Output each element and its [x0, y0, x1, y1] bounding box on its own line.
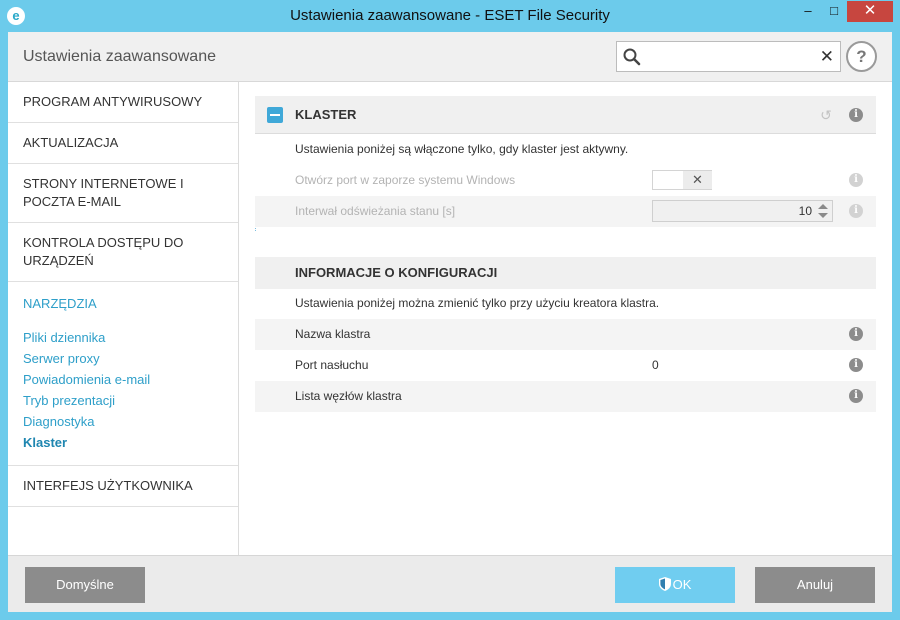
- refresh-interval-stepper[interactable]: 10: [652, 200, 833, 222]
- sidebar-item-update[interactable]: AKTUALIZACJA: [8, 123, 238, 164]
- sidebar-item-tools[interactable]: NARZĘDZIA: [23, 295, 228, 313]
- listen-port-row: Port nasłuchu 0 i: [255, 350, 876, 381]
- sidebar-link-diagnostics[interactable]: Diagnostyka: [23, 411, 228, 432]
- info-icon[interactable]: i: [849, 108, 863, 122]
- clear-search-icon[interactable]: ✕: [820, 45, 834, 69]
- ok-button-label: OK: [672, 577, 692, 592]
- maximize-button[interactable]: □: [821, 1, 847, 22]
- sidebar-item-web-and-email[interactable]: STRONY INTERNETOWE I POCZTA E-MAIL: [8, 164, 238, 223]
- settings-window: Ustawienia zaawansowane ✕ ? PROGRAM ANTY…: [8, 32, 892, 612]
- cluster-description: Ustawienia poniżej są włączone tylko, gd…: [295, 142, 629, 156]
- open-port-row: Otwórz port w zaporze systemu Windows ✕ …: [255, 165, 876, 196]
- info-icon[interactable]: i: [849, 173, 863, 187]
- toggle-off-icon: ✕: [683, 171, 712, 189]
- config-description-row: Ustawienia poniżej można zmienić tylko p…: [255, 288, 876, 319]
- title-bar: e Ustawienia zaawansowane - ESET File Se…: [0, 0, 900, 32]
- cluster-section-header[interactable]: KLASTER ↺ i: [255, 96, 876, 134]
- open-port-toggle[interactable]: ✕: [652, 170, 712, 190]
- config-description: Ustawienia poniżej można zmienić tylko p…: [295, 296, 660, 310]
- info-icon[interactable]: i: [849, 389, 863, 403]
- help-button[interactable]: ?: [846, 41, 877, 72]
- sidebar-item-user-interface[interactable]: INTERFEJS UŻYTKOWNIKA: [8, 466, 238, 507]
- window-title: Ustawienia zaawansowane - ESET File Secu…: [290, 7, 610, 24]
- stepper-arrows[interactable]: [817, 202, 829, 220]
- info-icon[interactable]: i: [849, 358, 863, 372]
- sidebar-item-antivirus[interactable]: PROGRAM ANTYWIRUSOWY: [8, 82, 238, 123]
- search-box[interactable]: ✕: [616, 41, 841, 72]
- cluster-name-row: Nazwa klastra i: [255, 319, 876, 350]
- sidebar: PROGRAM ANTYWIRUSOWY AKTUALIZACJA STRONY…: [8, 82, 239, 555]
- listen-port-label: Port nasłuchu: [295, 358, 369, 372]
- node-list-label: Lista węzłów klastra: [295, 389, 402, 403]
- sidebar-link-email-notifications[interactable]: Powiadomienia e-mail: [23, 369, 228, 390]
- node-list-row: Lista węzłów klastra i: [255, 381, 876, 412]
- config-section-title: INFORMACJE O KONFIGURACJI: [295, 265, 498, 280]
- search-icon: [623, 48, 641, 66]
- sidebar-link-log-files[interactable]: Pliki dziennika: [23, 327, 228, 348]
- shield-icon: [658, 577, 671, 591]
- refresh-interval-label: Interwał odświeżania stanu [s]: [295, 204, 456, 218]
- ok-button[interactable]: OK: [615, 567, 735, 603]
- refresh-interval-row: Interwał odświeżania stanu [s] 10 i: [255, 196, 876, 227]
- chevron-down-icon[interactable]: [818, 213, 828, 218]
- minimize-button[interactable]: –: [795, 1, 821, 22]
- sidebar-item-device-control[interactable]: KONTROLA DOSTĘPU DO URZĄDZEŃ: [8, 223, 238, 282]
- page-title: Ustawienia zaawansowane: [23, 48, 216, 65]
- header-bar: Ustawienia zaawansowane ✕ ?: [8, 32, 892, 82]
- cluster-description-row: Ustawienia poniżej są włączone tylko, gd…: [255, 134, 876, 165]
- cancel-button[interactable]: Anuluj: [755, 567, 875, 603]
- cluster-name-label: Nazwa klastra: [295, 327, 371, 341]
- open-port-label: Otwórz port w zaporze systemu Windows: [295, 173, 516, 187]
- default-button[interactable]: Domyślne: [25, 567, 145, 603]
- footer-bar: Domyślne OK Anuluj: [8, 555, 892, 612]
- sidebar-link-proxy-server[interactable]: Serwer proxy: [23, 348, 228, 369]
- refresh-interval-value: 10: [798, 204, 812, 218]
- sidebar-group-tools: NARZĘDZIA Pliki dziennika Serwer proxy P…: [8, 282, 238, 466]
- sidebar-link-presentation-mode[interactable]: Tryb prezentacji: [23, 390, 228, 411]
- content-panel: KLASTER ↺ i Ustawienia poniżej są włączo…: [240, 82, 892, 555]
- config-section-header: INFORMACJE O KONFIGURACJI: [255, 257, 876, 289]
- revert-icon[interactable]: ↺: [818, 107, 834, 123]
- sidebar-link-cluster[interactable]: Klaster: [23, 432, 228, 453]
- close-window-button[interactable]: ✕: [847, 1, 893, 22]
- info-icon[interactable]: i: [849, 327, 863, 341]
- chevron-up-icon[interactable]: [818, 204, 828, 209]
- collapse-icon[interactable]: [267, 107, 283, 123]
- info-icon[interactable]: i: [849, 204, 863, 218]
- search-input[interactable]: [647, 46, 812, 68]
- listen-port-value: 0: [652, 358, 659, 372]
- cluster-section-title: KLASTER: [295, 107, 357, 122]
